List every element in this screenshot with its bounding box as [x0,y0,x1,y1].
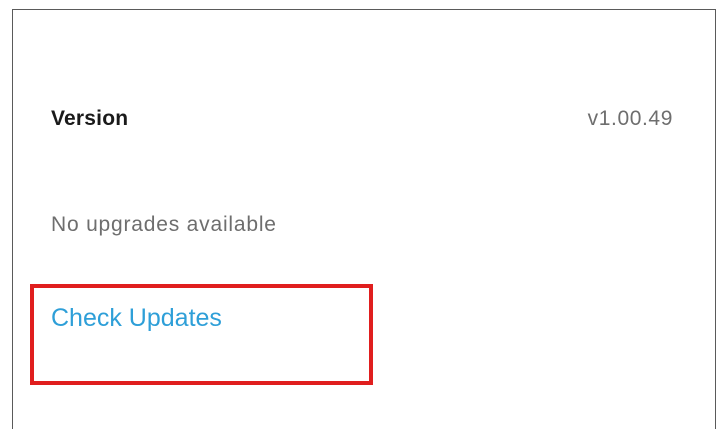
version-value: v1.00.49 [587,107,673,130]
version-label: Version [51,107,129,130]
update-status-text: No upgrades available [51,213,277,236]
check-updates-button[interactable]: Check Updates [51,304,222,333]
